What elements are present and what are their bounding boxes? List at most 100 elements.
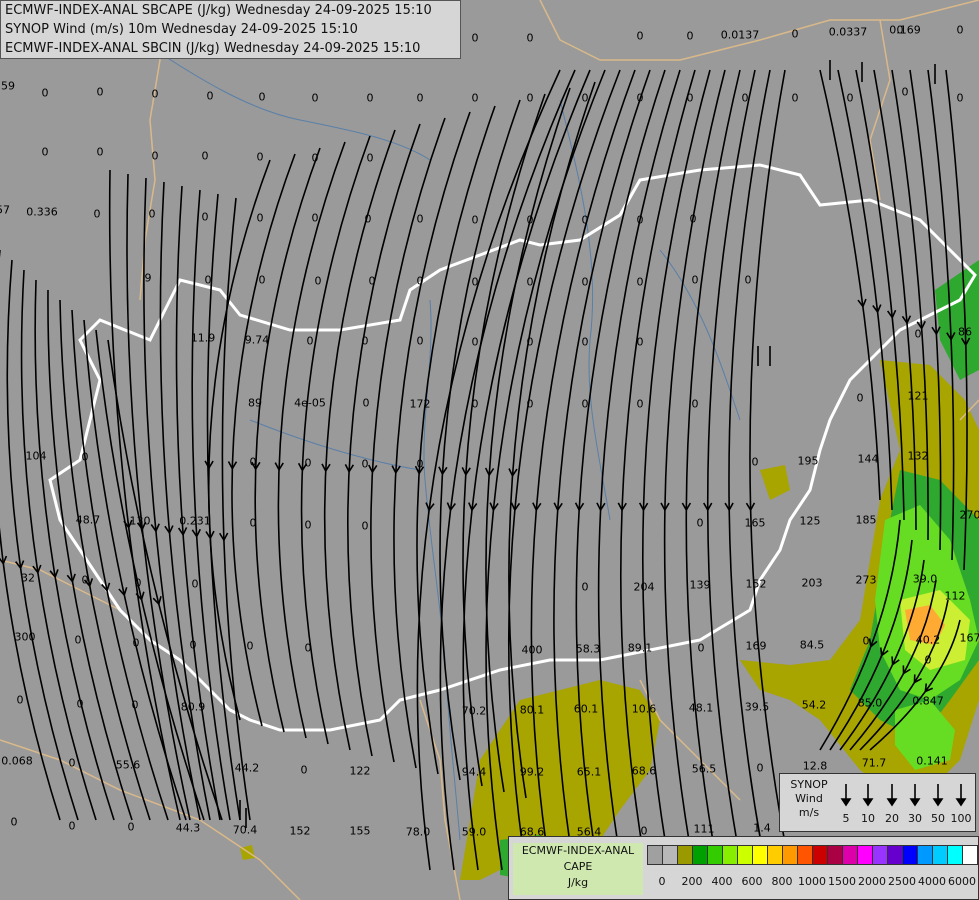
- map-value-label: 0: [311, 211, 319, 225]
- map-value-label: 89.1: [627, 641, 653, 655]
- map-value-label: 44.3: [175, 821, 201, 835]
- map-value-label: 0: [697, 641, 705, 655]
- map-value-label: 80.1: [519, 703, 545, 717]
- map-value-label: 0: [691, 273, 699, 287]
- map-value-label: 0.068: [1, 754, 33, 768]
- map-value-label: 165: [744, 516, 766, 530]
- cape-legend-subtitle: CAPE: [563, 860, 593, 873]
- cape-legend-swatch: [887, 845, 903, 865]
- cape-legend-swatch: [947, 845, 963, 865]
- map-value-label: 58.3: [575, 642, 601, 656]
- map-value-label: 60.1: [573, 702, 599, 716]
- map-value-label: 0: [304, 641, 312, 655]
- cape-legend-tick: 1500: [828, 875, 856, 888]
- map-value-label: 0: [93, 207, 101, 221]
- map-value-label: 0: [81, 573, 89, 587]
- map-value-label: 0: [581, 580, 589, 594]
- map-value-label: 144: [857, 452, 879, 466]
- map-value-label: 0.0337: [828, 25, 868, 39]
- map-value-label: 89: [248, 396, 262, 410]
- map-value-label: 0: [901, 85, 909, 99]
- streamline: [323, 129, 396, 751]
- map-value-label: 0: [471, 31, 479, 45]
- map-value-label: 59.0: [461, 825, 487, 839]
- map-value-label: 0: [81, 450, 89, 464]
- map-value-label: 0: [471, 213, 479, 227]
- map-value-label: 0: [74, 633, 82, 647]
- map-value-label: 12.8: [802, 759, 828, 773]
- weather-map: 0 0 0 0 0.0137 0 0.0337 0 0 0.169 59 0 0 0 0 0 0 0 0 0 0 0 0 0 0…: [0, 0, 979, 900]
- map-value-label: 169: [745, 639, 767, 653]
- map-value-label: 86: [958, 325, 972, 339]
- map-value-label: 0: [581, 275, 589, 289]
- map-value-label: 0: [366, 91, 374, 105]
- header-line-cin: ECMWF-INDEX-ANAL SBCIN (J/kg) Wednesday …: [5, 41, 421, 56]
- map-value-label: 9: [144, 271, 152, 285]
- cape-legend-swatch: [692, 845, 708, 865]
- map-value-label: 0: [581, 397, 589, 411]
- map-value-label: 125: [799, 514, 821, 528]
- map-value-label: 10.6: [631, 702, 657, 716]
- map-value-label: 0: [471, 335, 479, 349]
- cape-legend-tick: 200: [681, 875, 703, 888]
- map-value-label: 0: [686, 91, 694, 105]
- map-value-label: 204: [633, 580, 655, 594]
- map-value-label: 0: [148, 207, 156, 221]
- map-value-label: 195: [797, 454, 819, 468]
- map-value-label: 0: [300, 763, 308, 777]
- map-value-label: 0: [689, 212, 697, 226]
- map-value-label: 0: [258, 90, 266, 104]
- cape-legend-swatch: [932, 845, 948, 865]
- map-value-label: 0: [191, 577, 199, 591]
- map-value-label: 9.74: [244, 333, 270, 347]
- map-value-label: 85.0: [857, 696, 883, 710]
- map-value-label: 0: [416, 274, 424, 288]
- map-value-label: 121: [907, 389, 929, 403]
- map-value-label: 0: [361, 334, 369, 348]
- map-value-label: 40.2: [915, 633, 941, 647]
- map-header: ECMWF-INDEX-ANAL SBCAPE (J/kg) Wednesday…: [0, 0, 461, 59]
- map-value-label: 0: [636, 213, 644, 227]
- map-value-label: 0: [364, 212, 372, 226]
- cape-legend-swatch: [812, 845, 828, 865]
- map-value-label: 0.169: [889, 23, 921, 37]
- cape-legend-tick: 4000: [918, 875, 946, 888]
- streamline: [393, 111, 471, 769]
- map-value-label: 0.847: [912, 694, 944, 708]
- cape-legend-swatch: [797, 845, 813, 865]
- streamline: [95, 329, 205, 821]
- map-value-label: 0: [744, 273, 752, 287]
- map-value-label: 270: [959, 508, 979, 522]
- map-value-label: 0: [304, 518, 312, 532]
- wind-legend-value: 100: [950, 812, 972, 825]
- streamline: [819, 69, 881, 501]
- map-value-label: 0: [526, 275, 534, 289]
- map-value-label: 55.6: [115, 758, 141, 772]
- streamline: [0, 250, 61, 821]
- map-value-label: 94.4: [461, 765, 487, 779]
- map-value-label: 0: [636, 275, 644, 289]
- header-line-cape: ECMWF-INDEX-ANAL SBCAPE (J/kg) Wednesday…: [5, 3, 432, 18]
- cape-legend-swatch: [677, 845, 693, 865]
- map-value-label: 0: [914, 327, 922, 341]
- map-value-label: 0: [249, 516, 257, 530]
- map-value-label: 0: [751, 455, 759, 469]
- map-value-label: 104: [25, 449, 47, 463]
- map-value-label: 48.1: [688, 701, 714, 715]
- map-value-label: 0: [791, 91, 799, 105]
- map-value-label: 70.2: [461, 704, 487, 718]
- cape-legend-swatch: [872, 845, 888, 865]
- map-value-label: 0: [306, 334, 314, 348]
- map-value-label: 0: [314, 274, 322, 288]
- cape-legend-swatch: [647, 845, 663, 865]
- map-value-label: 0: [471, 91, 479, 105]
- cape-legend-tick: 1000: [798, 875, 826, 888]
- streamline: [159, 181, 211, 821]
- map-value-label: 0: [416, 91, 424, 105]
- map-value-label: 0: [132, 636, 140, 650]
- cape-legend-swatch: [737, 845, 753, 865]
- map-value-label: 0: [131, 698, 139, 712]
- map-value-label: 70.4: [232, 823, 258, 837]
- header-line-wind: SYNOP Wind (m/s) 10m Wednesday 24-09-202…: [5, 22, 358, 37]
- map-value-label: 0: [96, 85, 104, 99]
